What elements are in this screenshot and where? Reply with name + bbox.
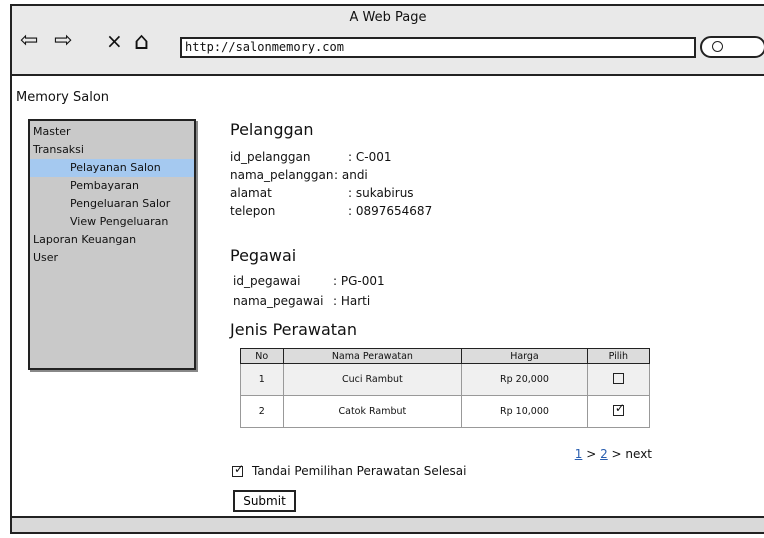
row-nama: Cuci Rambut	[282, 363, 463, 396]
brand-name: Memory Salon	[16, 90, 110, 105]
field-value: : C-001	[348, 150, 392, 164]
table-row: 2 Catok Rambut Rp 10,000	[240, 395, 651, 428]
perawatan-heading: Jenis Perawatan	[230, 320, 357, 339]
table-row: 1 Cuci Rambut Rp 20,000	[240, 363, 651, 396]
row-no: 1	[240, 363, 284, 396]
page-link-2[interactable]: 2	[600, 447, 608, 461]
sidebar-item-pelayanan-salon[interactable]: Pelayanan Salon	[30, 159, 194, 177]
column-header: No	[240, 348, 284, 364]
page-separator: >	[586, 447, 597, 461]
field-value: : PG-001	[333, 274, 385, 288]
row-pilih	[586, 363, 651, 396]
confirm-checkbox[interactable]	[232, 462, 244, 477]
confirm-row: Tandai Pemilihan Perawatan Selesai	[232, 462, 467, 478]
page-content: Memory Salon Master Transaksi Pelayanan …	[12, 76, 764, 522]
field-label: telepon	[230, 204, 276, 218]
arrow-right-icon[interactable]: ⇨	[54, 30, 72, 52]
pelanggan-row-telepon: telepon : 0897654687	[230, 204, 432, 218]
pelanggan-row-id: id_pelanggan : C-001	[230, 150, 391, 164]
url-input[interactable]: http://salonmemory.com	[180, 37, 696, 58]
pilih-checkbox[interactable]	[612, 401, 625, 416]
home-icon[interactable]: ⌂	[134, 29, 149, 53]
field-label: nama_pegawai	[233, 294, 324, 308]
submit-button[interactable]: Submit	[233, 490, 296, 512]
pelanggan-heading: Pelanggan	[230, 120, 314, 139]
sidebar-item-pembayaran[interactable]: Pembayaran	[30, 177, 194, 195]
row-no: 2	[240, 395, 284, 428]
sidebar-item-pengeluaran-salon[interactable]: Pengeluaran Salor	[30, 195, 194, 213]
pegawai-heading: Pegawai	[230, 246, 297, 265]
column-header: Pilih	[586, 348, 651, 364]
browser-toolbar: A Web Page ⇦ ⇨ × ⌂ http://salonmemory.co…	[12, 6, 764, 76]
column-header: Harga	[461, 348, 588, 364]
pilih-checkbox[interactable]	[612, 372, 624, 384]
main-panel: Pelanggan id_pelanggan : C-001 nama_pelan…	[230, 76, 670, 522]
field-value: : andi	[334, 168, 368, 182]
field-value: : sukabirus	[348, 186, 414, 200]
sidebar-item-transaksi[interactable]: Transaksi	[30, 141, 194, 159]
sidebar-item-view-pengeluaran[interactable]: View Pengeluaran	[30, 213, 194, 231]
field-label: alamat	[230, 186, 272, 200]
pegawai-row-nama: nama_pegawai : Harti	[233, 294, 370, 308]
pelanggan-row-alamat: alamat : sukabirus	[230, 186, 414, 200]
sidebar: Master Transaksi Pelayanan Salon Pembaya…	[28, 119, 196, 370]
confirm-label: Tandai Pemilihan Perawatan Selesai	[252, 464, 467, 478]
pelanggan-row-nama: nama_pelanggan: andi	[230, 168, 368, 182]
window-title: A Web Page	[349, 10, 427, 25]
row-harga: Rp 10,000	[461, 395, 588, 428]
field-value: : Harti	[333, 294, 371, 308]
search-button[interactable]	[700, 36, 764, 58]
close-icon[interactable]: ×	[106, 30, 123, 52]
next-link[interactable]: > next	[612, 447, 652, 461]
status-bar	[12, 516, 764, 532]
field-label: nama_pelanggan	[230, 168, 334, 182]
pegawai-row-id: id_pegawai : PG-001	[233, 274, 385, 288]
row-harga: Rp 20,000	[461, 363, 588, 396]
page-link-1[interactable]: 1	[575, 447, 583, 461]
sidebar-item-laporan-keuangan[interactable]: Laporan Keuangan	[30, 231, 194, 249]
field-label: id_pegawai	[233, 274, 301, 288]
sidebar-item-master[interactable]: Master	[30, 123, 194, 141]
pagination: 1 > 2 > next	[575, 447, 652, 461]
perawatan-table: No Nama Perawatan Harga Pilih 1 Cuci Ram…	[240, 348, 651, 428]
browser-window: A Web Page ⇦ ⇨ × ⌂ http://salonmemory.co…	[10, 4, 764, 534]
field-value: : 0897654687	[348, 204, 433, 218]
row-nama: Catok Rambut	[282, 395, 463, 428]
column-header: Nama Perawatan	[282, 348, 463, 364]
row-pilih	[586, 395, 651, 428]
sidebar-item-user[interactable]: User	[30, 249, 194, 267]
search-icon	[712, 41, 723, 52]
field-label: id_pelanggan	[230, 150, 311, 164]
arrow-left-icon[interactable]: ⇦	[20, 30, 38, 52]
